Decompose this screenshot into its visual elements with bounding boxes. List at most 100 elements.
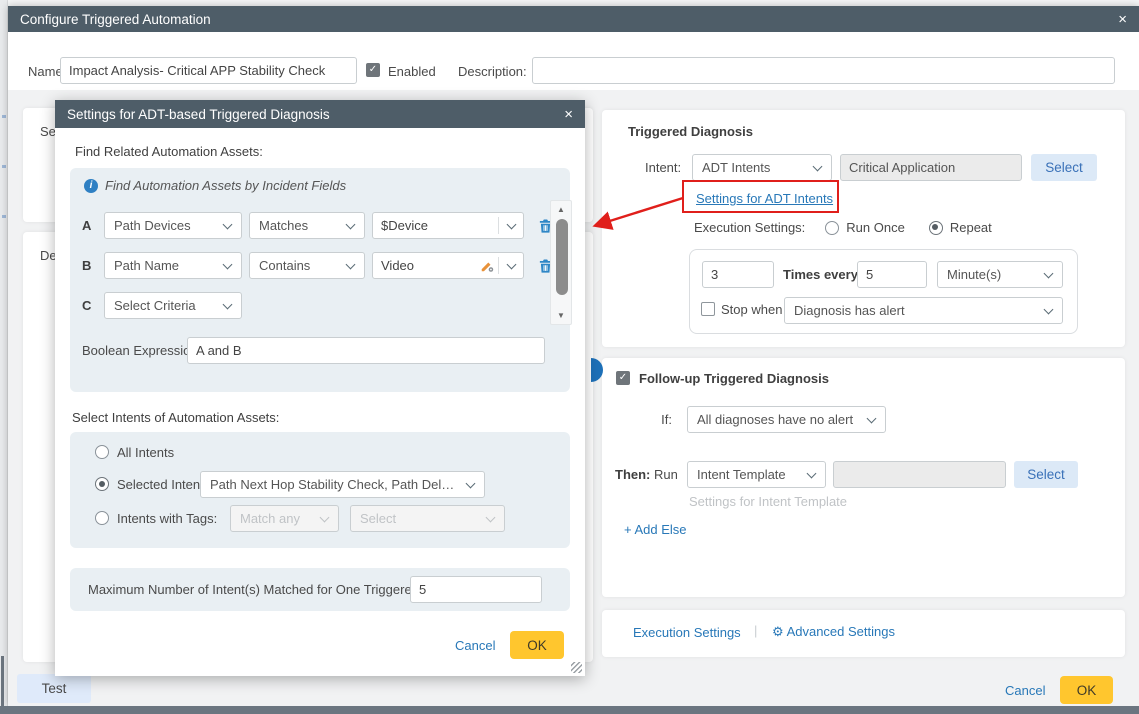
interval-unit-dropdown[interactable]: Minute(s) — [937, 261, 1063, 288]
execution-settings-link[interactable]: Execution Settings — [633, 625, 741, 640]
edit-variable-icon[interactable] — [480, 259, 494, 273]
chevron-down-icon — [346, 259, 356, 269]
main-dialog-titlebar: Configure Triggered Automation × — [8, 6, 1139, 32]
criteria-info-text: Find Automation Assets by Incident Field… — [105, 178, 346, 193]
intent-select-button[interactable]: Select — [1031, 154, 1097, 181]
bottom-window-edge — [0, 706, 1139, 714]
intents-with-tags-label: Intents with Tags: — [117, 511, 217, 526]
then-target-field — [833, 461, 1006, 488]
if-condition-dropdown[interactable]: All diagnoses have no alert — [687, 406, 886, 433]
description-label: Description: — [458, 64, 527, 79]
triggered-diagnosis-card: Triggered Diagnosis Intent: ADT Intents … — [602, 110, 1125, 347]
intent-value-field — [840, 154, 1022, 181]
add-else-link[interactable]: + Add Else — [624, 522, 687, 537]
criteria-info-row: i Find Automation Assets by Incident Fie… — [84, 178, 346, 193]
chevron-down-icon — [320, 512, 330, 522]
criteria-a-operator-dropdown[interactable]: Matches — [249, 212, 365, 239]
adt-settings-dialog: Settings for ADT-based Triggered Diagnos… — [55, 100, 585, 676]
scroll-up-icon[interactable]: ▲ — [551, 205, 571, 214]
stop-when-label: Stop when — [721, 302, 782, 317]
bottom-links-card: Execution Settings | ⚙ Advanced Settings — [602, 610, 1125, 657]
stop-condition-dropdown[interactable]: Diagnosis has alert — [784, 297, 1063, 324]
chevron-down-icon — [486, 512, 496, 522]
criteria-c-field-dropdown[interactable]: Select Criteria — [104, 292, 242, 319]
criteria-panel: i Find Automation Assets by Incident Fie… — [70, 168, 570, 392]
main-cancel-button[interactable]: Cancel — [1005, 683, 1045, 698]
selected-intents-dropdown[interactable]: Path Next Hop Stability Check, Path Dela… — [200, 471, 485, 498]
criteria-b-letter: B — [82, 258, 94, 273]
background-marker — [2, 215, 6, 218]
background-marker — [2, 115, 6, 118]
background-page-strip — [0, 0, 8, 714]
chevron-down-icon — [223, 219, 233, 229]
max-intents-panel: Maximum Number of Intent(s) Matched for … — [70, 568, 570, 611]
criteria-a-value-combo[interactable]: $Device — [372, 212, 524, 239]
test-button[interactable]: Test — [17, 674, 91, 703]
intent-type-dropdown[interactable]: ADT Intents — [692, 154, 832, 181]
execution-settings-label: Execution Settings: — [694, 220, 805, 235]
hidden-card-1-label: Se — [40, 124, 56, 139]
times-input[interactable] — [702, 261, 774, 288]
chevron-down-icon — [346, 219, 356, 229]
then-select-button[interactable]: Select — [1014, 461, 1078, 488]
run-once-label: Run Once — [846, 220, 905, 235]
interval-input[interactable] — [857, 261, 927, 288]
chevron-down-icon — [813, 161, 823, 171]
scrollbar-thumb[interactable] — [556, 219, 568, 295]
criteria-b-field-dropdown[interactable]: Path Name — [104, 252, 242, 279]
intent-label: Intent: — [645, 160, 681, 175]
gear-icon: ⚙ — [772, 624, 784, 639]
enabled-checkbox[interactable]: ✓ — [366, 63, 380, 77]
chevron-down-icon — [867, 413, 877, 423]
background-marker — [2, 165, 6, 168]
run-once-radio[interactable] — [825, 221, 839, 235]
adt-close-icon[interactable]: × — [564, 107, 573, 122]
settings-for-adt-intents-link[interactable]: Settings for ADT Intents — [696, 191, 833, 206]
if-label: If: — [632, 412, 672, 427]
chevron-down-icon — [223, 299, 233, 309]
name-row: Name: ✓ Enabled Description: — [8, 32, 1139, 90]
criteria-b-value-combo[interactable]: Video — [372, 252, 524, 279]
boolean-expression-input[interactable] — [187, 337, 545, 364]
name-input[interactable] — [60, 57, 357, 84]
criteria-a-field-dropdown[interactable]: Path Devices — [104, 212, 242, 239]
select-intents-label: Select Intents of Automation Assets: — [72, 410, 279, 425]
scroll-down-icon[interactable]: ▼ — [551, 311, 571, 320]
then-run-label: Then: Run — [615, 467, 678, 482]
chevron-down-icon — [223, 259, 233, 269]
followup-checkbox[interactable]: ✓ — [616, 371, 630, 385]
adt-dialog-titlebar: Settings for ADT-based Triggered Diagnos… — [55, 100, 585, 128]
main-ok-button[interactable]: OK — [1060, 676, 1113, 704]
links-divider: | — [754, 623, 757, 638]
stop-when-checkbox[interactable] — [701, 302, 715, 316]
repeat-radio[interactable] — [929, 221, 943, 235]
criteria-row-c: C Select Criteria — [82, 292, 242, 319]
criteria-row-b: B Path Name Contains Video — [82, 252, 553, 279]
then-type-dropdown[interactable]: Intent Template — [687, 461, 826, 488]
selected-intents-radio[interactable] — [95, 477, 109, 491]
max-intents-input[interactable] — [410, 576, 542, 603]
resize-handle[interactable] — [571, 662, 582, 673]
repeat-settings-box: Times every Minute(s) Stop when Diagnosi… — [689, 249, 1078, 334]
adt-cancel-button[interactable]: Cancel — [455, 638, 495, 653]
followup-card: ✓ Follow-up Triggered Diagnosis If: All … — [602, 358, 1125, 597]
chevron-down-icon — [1044, 268, 1054, 278]
chevron-down-icon[interactable] — [499, 224, 523, 228]
max-intents-label: Maximum Number of Intent(s) Matched for … — [88, 582, 453, 597]
settings-for-intent-template-text: Settings for Intent Template — [689, 494, 847, 509]
criteria-scrollbar[interactable]: ▲ ▼ — [550, 200, 572, 325]
adt-ok-button[interactable]: OK — [510, 631, 564, 659]
tags-select-dropdown: Select — [350, 505, 505, 532]
all-intents-radio[interactable] — [95, 445, 109, 459]
criteria-b-operator-dropdown[interactable]: Contains — [249, 252, 365, 279]
advanced-settings-link[interactable]: ⚙ Advanced Settings — [772, 624, 895, 640]
criteria-c-letter: C — [82, 298, 94, 313]
intents-with-tags-radio[interactable] — [95, 511, 109, 525]
description-input[interactable] — [532, 57, 1115, 84]
chevron-down-icon — [1044, 304, 1054, 314]
enabled-label: Enabled — [388, 64, 436, 79]
chevron-down-icon[interactable] — [499, 264, 523, 268]
main-close-icon[interactable]: × — [1118, 12, 1127, 27]
check-icon: ✓ — [619, 373, 627, 383]
triggered-diagnosis-title: Triggered Diagnosis — [628, 124, 753, 139]
